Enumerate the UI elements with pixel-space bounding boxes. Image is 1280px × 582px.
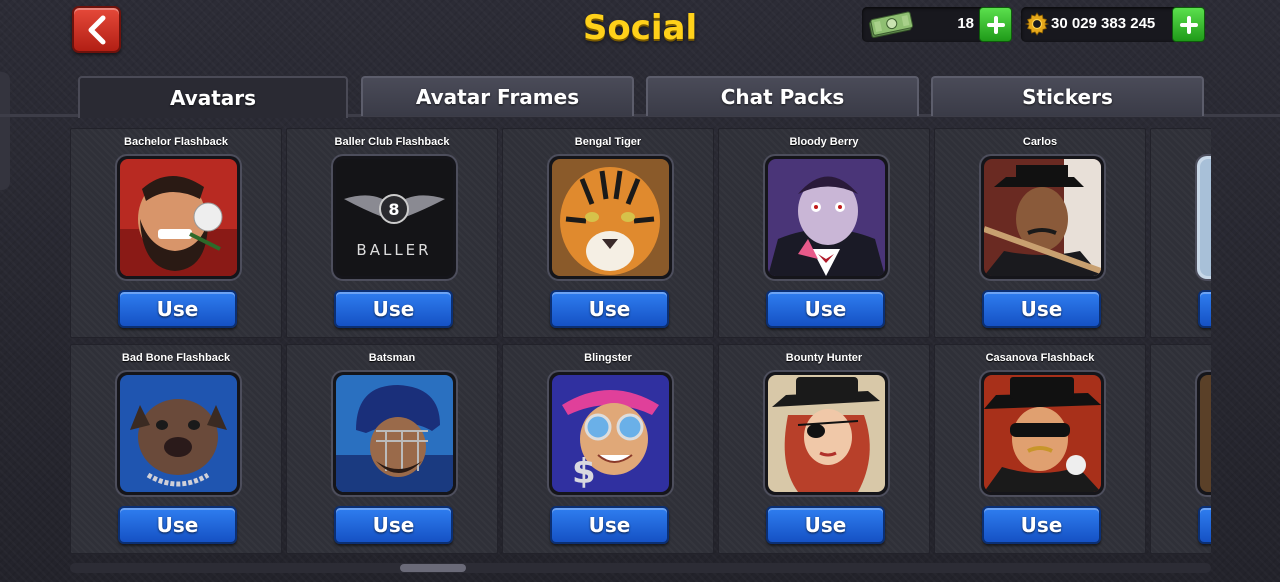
horizontal-scrollbar[interactable] [70,563,1211,573]
avatar-name: Casanova Flashback [985,352,1095,364]
avatar-name: Bengal Tiger [574,136,642,148]
vampire-portrait-icon [768,159,885,276]
plus-icon [1179,15,1198,34]
use-button[interactable]: Use [766,506,885,544]
use-button[interactable]: Use [1198,506,1211,544]
use-button[interactable]: Use [982,290,1101,328]
coins-amount: 30 029 383 245 [1051,15,1156,32]
avatar-name: Bounty Hunter [785,352,863,364]
tab-stickers[interactable]: Stickers [931,76,1204,116]
blingster-portrait-icon: $ [552,375,669,492]
scrollbar-thumb[interactable] [400,564,466,572]
partial-portrait-icon [1200,375,1211,492]
avatar-image[interactable] [549,156,672,279]
side-drawer-handle[interactable] [0,72,10,190]
svg-text:$: $ [572,452,596,492]
use-button[interactable]: Use [766,290,885,328]
avatar-image[interactable] [765,156,888,279]
avatar-name: Bad Bone Flashback [121,352,231,364]
avatar-image[interactable]: 8 BALLER [333,156,456,279]
baller-logo-icon: 8 BALLER [336,159,453,276]
avatar-image[interactable] [117,156,240,279]
back-button[interactable] [72,6,121,53]
avatar-card-partial: Use [1150,128,1211,338]
svg-text:8: 8 [388,200,399,219]
avatar-image[interactable] [1197,372,1211,495]
use-button[interactable]: Use [334,506,453,544]
avatar-name: Baller Club Flashback [334,136,450,148]
use-button[interactable]: Use [118,290,237,328]
use-button[interactable]: Use [550,290,669,328]
avatar-image[interactable]: $ [549,372,672,495]
use-button[interactable]: Use [1198,290,1211,328]
tab-chat-packs[interactable]: Chat Packs [646,76,919,116]
cash-stack-icon [868,11,914,39]
avatar-card: Carlos Use [934,128,1146,338]
avatar-name: Bloody Berry [789,136,859,148]
tab-avatar-frames[interactable]: Avatar Frames [361,76,634,116]
avatar-name: Carlos [1022,136,1058,148]
use-button[interactable]: Use [550,506,669,544]
batsman-portrait-icon [336,375,453,492]
avatar-name: Bachelor Flashback [124,136,228,148]
avatar-image[interactable] [117,372,240,495]
avatar-image[interactable] [1197,156,1211,279]
avatar-image[interactable] [765,372,888,495]
gold-gear-coin-icon [1025,12,1049,36]
casanova-portrait-icon [984,375,1101,492]
coins-counter: 30 029 383 245 [1021,7,1205,42]
use-button[interactable]: Use [334,290,453,328]
bachelor-portrait-icon [120,159,237,276]
avatar-image[interactable] [981,372,1104,495]
avatar-card-partial: Use [1150,344,1211,554]
bounty-hunter-portrait-icon [768,375,885,492]
avatar-card: Batsman Use [286,344,498,554]
plus-icon [986,15,1005,34]
avatar-card: Baller Club Flashback 8 BALLER Use [286,128,498,338]
avatar-grid: Bachelor Flashback Use Baller Club Flash… [70,128,1211,555]
tiger-portrait-icon [552,159,669,276]
tab-avatars[interactable]: Avatars [78,76,348,118]
add-coins-button[interactable] [1172,7,1205,42]
use-button[interactable]: Use [982,506,1101,544]
avatar-card: Casanova Flashback Use [934,344,1146,554]
cash-counter: 18 [862,7,1012,42]
partial-portrait-icon [1200,159,1211,276]
avatar-card: Bengal Tiger Use [502,128,714,338]
avatar-image[interactable] [981,156,1104,279]
avatar-card: Bounty Hunter Use [718,344,930,554]
avatar-name: Blingster [584,352,632,364]
avatar-card: Bad Bone Flashback Use [70,344,282,554]
avatar-card: Bloody Berry Use [718,128,930,338]
chevron-left-icon [88,15,105,44]
avatar-card: Bachelor Flashback Use [70,128,282,338]
svg-text:BALLER: BALLER [356,241,431,259]
cash-amount: 18 [957,15,974,32]
bulldog-portrait-icon [120,375,237,492]
use-button[interactable]: Use [118,506,237,544]
avatar-image[interactable] [333,372,456,495]
avatar-name: Batsman [368,352,416,364]
carlos-portrait-icon [984,159,1101,276]
page-title: Social [582,8,698,48]
add-cash-button[interactable] [979,7,1012,42]
avatar-card: Blingster $ Use [502,344,714,554]
